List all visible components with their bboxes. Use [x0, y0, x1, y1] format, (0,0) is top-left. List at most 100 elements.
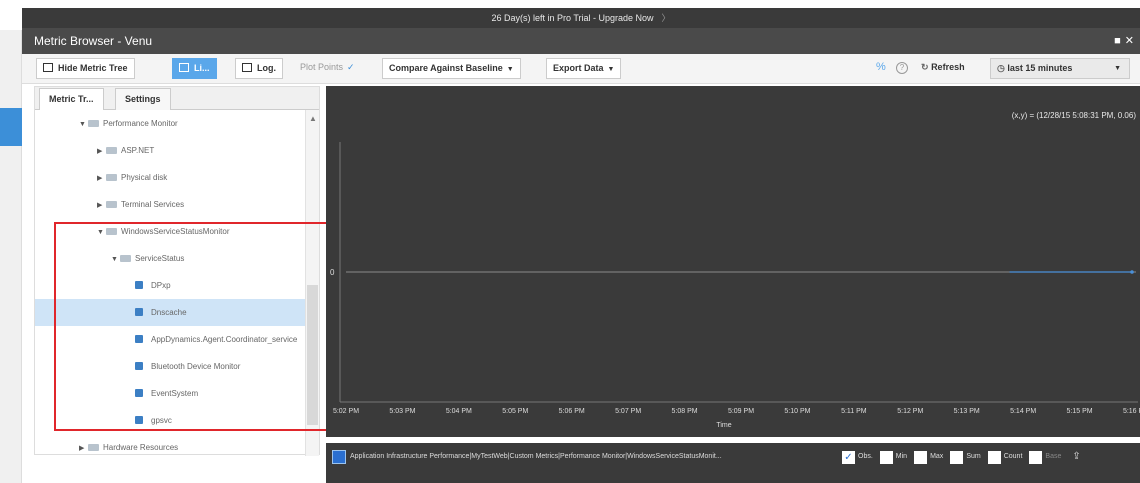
metric-icon: [135, 389, 143, 397]
scrollbar-thumb[interactable]: [307, 285, 318, 425]
caret-down-icon: ▼: [1114, 65, 1121, 72]
checkbox-base[interactable]: [1029, 450, 1043, 464]
checkbox-label: Base: [1045, 453, 1062, 460]
linear-scale-label: Li...: [194, 63, 210, 73]
checkbox-max[interactable]: [914, 450, 928, 464]
tree-item[interactable]: DPxp: [35, 272, 305, 299]
refresh-icon: ↻: [921, 62, 929, 72]
x-tick-label: 5:15 PM: [1067, 408, 1093, 415]
log-scale-button[interactable]: Log.: [235, 58, 283, 79]
collapsed-arrow-icon[interactable]: ▶: [97, 165, 105, 192]
series-path: Application Infrastructure Performance|M…: [350, 453, 722, 460]
series-color-swatch[interactable]: [332, 450, 346, 464]
close-icon[interactable]: ✕: [1125, 35, 1134, 47]
metric-tree: ▼ Performance Monitor ▶ ASP.NET ▶ Physical di…: [35, 110, 305, 456]
x-axis-title: Time: [716, 422, 731, 429]
checkbox-label: Obs.: [858, 453, 873, 460]
tree-item-label: DPxp: [151, 281, 171, 290]
tree-item[interactable]: ▶ Physical disk: [35, 164, 305, 191]
checkbox-sum[interactable]: [950, 450, 964, 464]
linear-scale-button[interactable]: Li...: [172, 58, 217, 79]
legend-bar: Application Infrastructure Performance|M…: [326, 443, 1140, 483]
tree-item[interactable]: ▶ ASP.NET: [35, 137, 305, 164]
checkbox-label: Sum: [966, 453, 981, 460]
export-data-label: Export Data: [553, 63, 604, 73]
tree-item-label: EventSystem: [151, 389, 199, 398]
x-tick-label: 5:14 PM: [1010, 408, 1036, 415]
coordinate-readout: (x,y) = (12/28/15 5:08:31 PM, 0.06): [1012, 111, 1137, 120]
folder-icon: [106, 147, 117, 154]
plot-points-label: Plot Points: [300, 62, 344, 72]
tree-tabs: Metric Tr... Settings: [35, 87, 319, 110]
tree-item[interactable]: ▶ Terminal Services: [35, 191, 305, 218]
x-tick-label: 5:02 PM: [333, 408, 359, 415]
x-tick-label: 5:08 PM: [672, 408, 698, 415]
expanded-arrow-icon[interactable]: ▼: [97, 219, 105, 246]
tree-item[interactable]: Dnscache: [35, 299, 305, 326]
time-range-select[interactable]: ◷ last 15 minutes ▼: [990, 58, 1130, 79]
export-icon[interactable]: ⇪: [1072, 450, 1080, 464]
link-button[interactable]: %: [870, 58, 892, 79]
help-icon: ?: [896, 62, 908, 74]
folder-icon: [106, 228, 117, 235]
folder-icon: [88, 444, 99, 451]
chart-panel[interactable]: (x,y) = (12/28/15 5:08:31 PM, 0.06) 0 5:02…: [326, 86, 1140, 437]
help-button[interactable]: ?: [890, 58, 914, 79]
log-scale-icon: [242, 63, 252, 72]
tree-item[interactable]: Bluetooth Device Monitor: [35, 353, 305, 380]
tree-item[interactable]: AppDynamics.Agent.Coordinator_service: [35, 326, 305, 353]
chevron-right-icon: 〉: [661, 13, 671, 23]
time-range-label: last 15 minutes: [1007, 63, 1073, 73]
tree-scrollbar[interactable]: ▲: [305, 110, 319, 456]
checkbox-count[interactable]: [987, 450, 1001, 464]
tree-item[interactable]: EventSystem: [35, 380, 305, 407]
tab-metric-tree[interactable]: Metric Tr...: [39, 88, 104, 110]
tree-item-label: Hardware Resources: [103, 443, 179, 452]
linear-scale-icon: [179, 63, 189, 72]
window-title: Metric Browser - Venu: [34, 34, 153, 48]
scroll-up-icon[interactable]: ▲: [309, 114, 317, 123]
tab-settings[interactable]: Settings: [115, 88, 171, 110]
folder-icon: [120, 255, 131, 262]
tree-item[interactable]: ▼ WindowsServiceStatusMonitor: [35, 218, 305, 245]
checkbox-obs[interactable]: ✓: [842, 450, 855, 464]
collapsed-arrow-icon[interactable]: ▶: [97, 192, 105, 219]
x-tick-label: 5:10 PM: [784, 408, 810, 415]
checkbox-min[interactable]: [879, 450, 893, 464]
tree-item-label: Dnscache: [151, 308, 187, 317]
compare-baseline-dropdown[interactable]: Compare Against Baseline ▼: [382, 58, 521, 79]
plot-points-toggle[interactable]: Plot Points ✓: [294, 58, 361, 79]
metric-icon: [135, 335, 143, 343]
tree-item-label: gpsvc: [151, 416, 172, 425]
export-data-dropdown[interactable]: Export Data ▼: [546, 58, 622, 79]
maximize-icon[interactable]: ■: [1114, 35, 1121, 47]
hide-metric-tree-label: Hide Metric Tree: [58, 63, 128, 73]
metric-icon: [135, 416, 143, 424]
trial-banner-text[interactable]: 26 Day(s) left in Pro Trial - Upgrade No…: [491, 13, 653, 23]
collapsed-arrow-icon[interactable]: ▶: [79, 435, 87, 456]
collapsed-arrow-icon[interactable]: ▶: [97, 138, 105, 165]
hide-metric-tree-button[interactable]: Hide Metric Tree: [36, 58, 135, 79]
x-tick-label: 5:16 PM: [1123, 408, 1140, 415]
refresh-button[interactable]: ↻ Refresh: [915, 58, 971, 79]
expanded-arrow-icon[interactable]: ▼: [79, 111, 87, 138]
trial-bar: 26 Day(s) left in Pro Trial - Upgrade No…: [0, 0, 1140, 30]
tree-item[interactable]: ▼ Performance Monitor: [35, 110, 305, 137]
tree-item[interactable]: ▼ ServiceStatus: [35, 245, 305, 272]
caret-down-icon: ▼: [506, 66, 514, 73]
expanded-arrow-icon[interactable]: ▼: [111, 246, 119, 273]
background-page-edge: [0, 30, 22, 483]
checkbox-label: Max: [930, 453, 944, 460]
trial-banner[interactable]: 26 Day(s) left in Pro Trial - Upgrade No…: [22, 8, 1140, 28]
tree-item-label: Performance Monitor: [103, 119, 178, 128]
line-chart[interactable]: (x,y) = (12/28/15 5:08:31 PM, 0.06) 0 5:02…: [326, 86, 1140, 437]
data-point: [1130, 270, 1134, 274]
checkbox-label: Min: [895, 453, 908, 460]
x-tick-label: 5:13 PM: [954, 408, 980, 415]
metric-tree-panel: Metric Tr... Settings ▼ Performance Monit…: [34, 86, 320, 456]
tree-item[interactable]: gpsvc: [35, 407, 305, 434]
tree-item[interactable]: ▶ Hardware Resources: [35, 434, 305, 456]
refresh-label: Refresh: [931, 62, 965, 72]
x-tick-label: 5:06 PM: [559, 408, 585, 415]
checkmark-icon: ✓: [347, 62, 355, 72]
